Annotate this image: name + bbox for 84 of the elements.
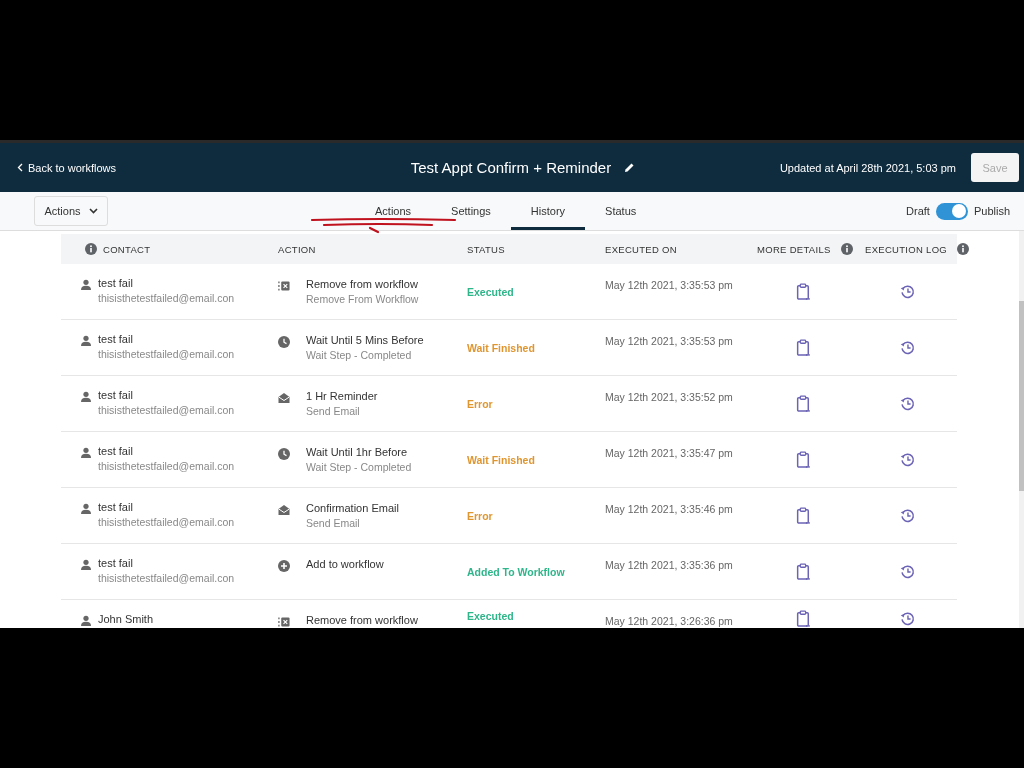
executed-date: May 12th 2021, 3:35:36 pm [605, 559, 733, 573]
back-link[interactable]: Back to workflows [17, 161, 117, 174]
person-icon [80, 559, 92, 571]
person-icon [80, 615, 92, 627]
column-label: STATUS [467, 243, 505, 255]
pencil-icon[interactable] [624, 162, 636, 173]
history-icon[interactable] [899, 395, 915, 412]
executed-date: May 12th 2021, 3:35:52 pm [605, 391, 733, 405]
person-icon [80, 391, 92, 403]
chevron-down-icon [88, 208, 98, 214]
chevron-left-icon [17, 163, 23, 172]
clipboard-icon[interactable] [796, 451, 811, 468]
contact-email: thisisthetestfailed@email.con [98, 404, 235, 416]
info-icon[interactable] [85, 243, 97, 255]
tab[interactable]: History [510, 192, 586, 230]
workflow-title: Test Appt Confirm + Reminder [410, 159, 612, 176]
status-label: Wait Finished [467, 453, 535, 466]
column-label: EXECUTED ON [605, 243, 677, 255]
contact-email: thisisthetestfailed@email.con [98, 516, 235, 528]
publish-toggle[interactable] [935, 202, 968, 220]
status-label: Added To Workflow [467, 565, 565, 578]
contact-name: test fail [98, 445, 134, 457]
status-label: Error [467, 509, 493, 522]
status-label: Wait Finished [467, 341, 535, 354]
tab[interactable]: Settings [431, 192, 511, 230]
info-icon[interactable] [840, 243, 853, 255]
executed-date: May 12th 2021, 3:35:46 pm [605, 503, 733, 517]
info-icon[interactable] [957, 243, 970, 255]
action-title: 1 Hr Reminder [306, 390, 378, 402]
actions-dropdown[interactable]: Actions [34, 196, 108, 226]
updated-timestamp: Updated at April 28th 2021, 5:03 pm [779, 161, 956, 174]
column-label: ACTION [278, 243, 316, 255]
contact-name: test fail [98, 389, 134, 401]
column-label: MORE DETAILS [757, 243, 831, 255]
executed-date: May 12th 2021, 3:35:53 pm [605, 279, 733, 293]
action-title: Wait Until 1hr Before [306, 446, 409, 458]
status-label: Executed [467, 610, 514, 622]
status-label: Executed [467, 285, 514, 298]
history-icon[interactable] [899, 507, 915, 524]
column-label: CONTACT [103, 243, 151, 255]
contact-name: test fail [98, 277, 134, 289]
tab[interactable]: Actions [355, 192, 432, 230]
status-label: Error [467, 397, 493, 410]
clipboard-icon[interactable] [796, 610, 811, 627]
action-title: Remove from workflow [306, 614, 418, 626]
action-title: Confirmation Email [306, 502, 399, 514]
history-icon[interactable] [899, 283, 915, 300]
history-icon[interactable] [899, 451, 915, 468]
contact-name: test fail [98, 557, 134, 569]
action-subtitle: Send Email [306, 517, 361, 529]
executed-date: May 12th 2021, 3:26:36 pm [605, 615, 733, 628]
action-subtitle: Send Email [306, 405, 361, 417]
person-icon [80, 335, 92, 347]
history-icon[interactable] [899, 339, 915, 356]
column-label: EXECUTION LOG [865, 243, 948, 255]
person-icon [80, 503, 92, 515]
draft-label: Draft [906, 205, 930, 217]
clipboard-icon[interactable] [796, 395, 811, 412]
action-title: Wait Until 5 Mins Before [306, 334, 424, 346]
contact-email: thisisthetestfailed@email.con [98, 348, 235, 360]
tab[interactable]: Status [585, 192, 657, 230]
executed-date: May 12th 2021, 3:35:47 pm [605, 447, 733, 461]
contact-name: John Smith [98, 613, 154, 625]
contact-email: thisisthetestfailed@email.con [98, 292, 235, 304]
clipboard-icon[interactable] [796, 339, 811, 356]
clipboard-icon[interactable] [796, 563, 811, 580]
clipboard-icon[interactable] [796, 283, 811, 300]
action-subtitle: Wait Step - Completed [306, 461, 412, 473]
publish-label: Publish [973, 205, 1010, 217]
clipboard-icon[interactable] [796, 507, 811, 524]
person-icon [80, 279, 92, 291]
contact-name: test fail [98, 333, 134, 345]
history-icon[interactable] [899, 610, 915, 627]
action-title: Add to workflow [306, 558, 384, 570]
contact-name: test fail [98, 501, 134, 513]
scrollbar-thumb[interactable] [1019, 301, 1024, 491]
executed-date: May 12th 2021, 3:35:53 pm [605, 335, 733, 349]
action-title: Remove from workflow [306, 278, 419, 290]
action-subtitle: Remove From Workflow [306, 293, 419, 305]
contact-email: thisisthetestfailed@email.con [98, 572, 235, 584]
action-subtitle: Wait Step - Completed [306, 349, 413, 361]
history-icon[interactable] [899, 563, 915, 580]
contact-email: thisisthetestfailed@email.con [98, 460, 235, 472]
person-icon [80, 447, 92, 459]
